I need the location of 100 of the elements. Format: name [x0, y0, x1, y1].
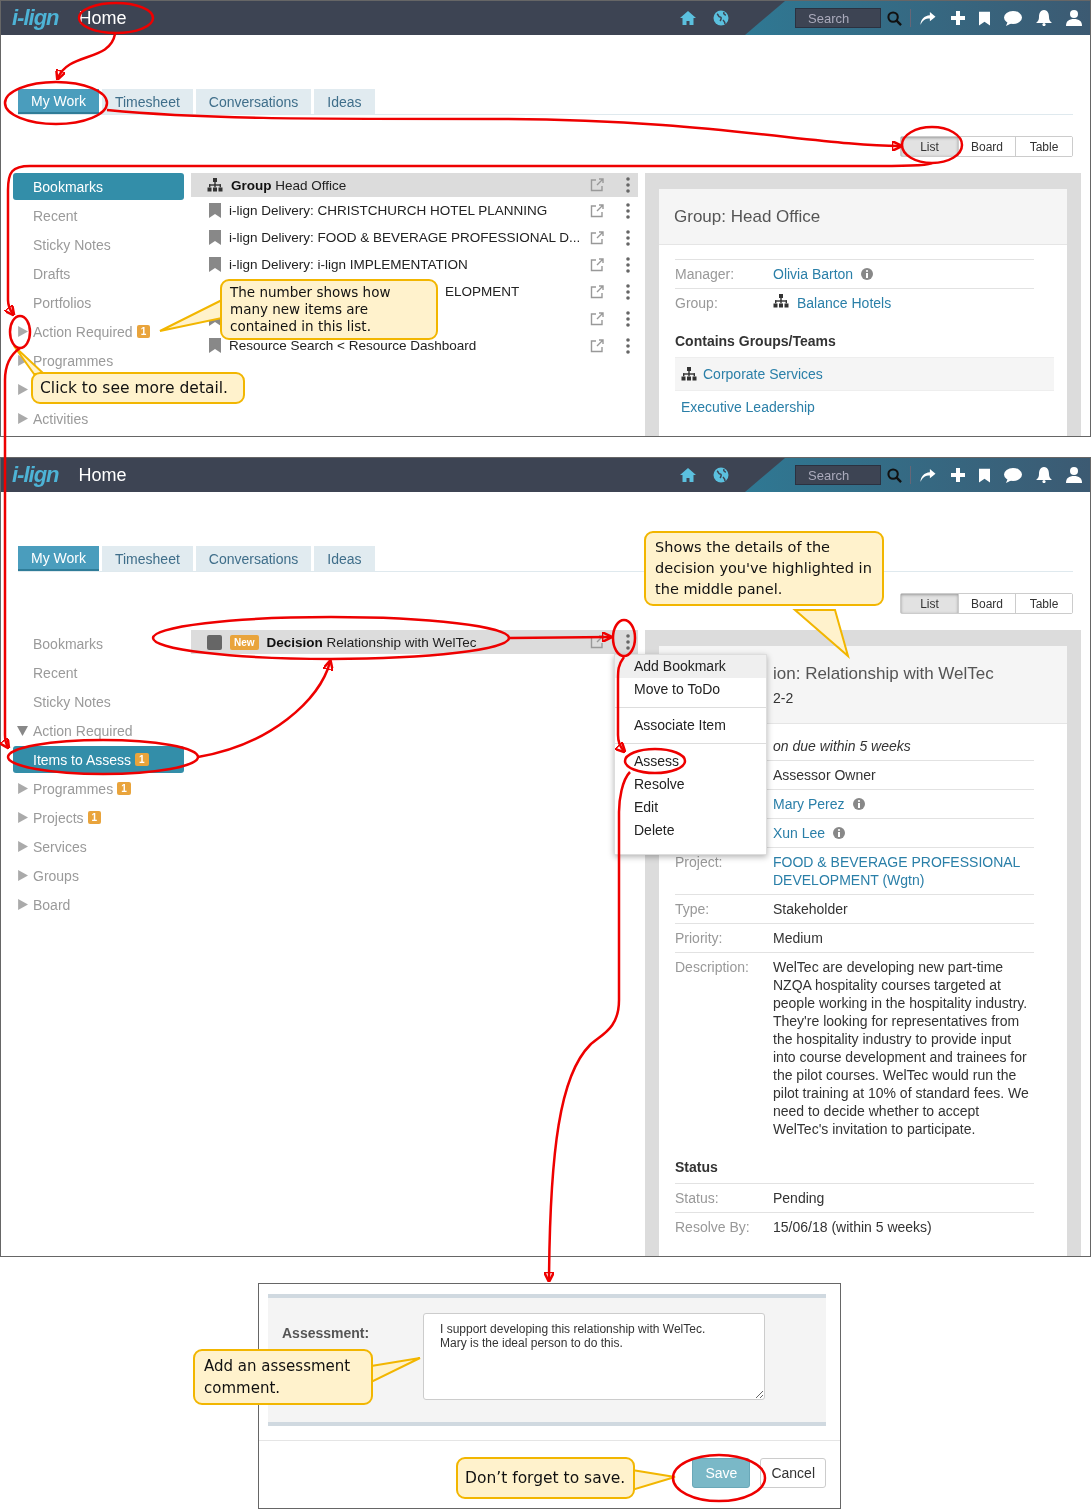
search-icon[interactable]	[887, 467, 902, 483]
view-toggle-button[interactable]: List	[901, 137, 958, 156]
menu-item[interactable]: Add Bookmark	[615, 655, 766, 678]
bookmark-icon[interactable]	[979, 10, 990, 26]
caret-icon[interactable]	[17, 783, 28, 794]
group-link[interactable]: Corporate Services	[703, 366, 823, 382]
search-field[interactable]: Search	[795, 8, 881, 28]
bookmark-link[interactable]: i-lign Delivery: i-lign IMPLEMENTATION	[229, 257, 582, 272]
globe-icon[interactable]	[713, 10, 729, 26]
bell-icon[interactable]	[1036, 10, 1052, 26]
sidebar-item[interactable]: Bookmarks	[13, 173, 184, 200]
info-icon[interactable]	[861, 268, 874, 280]
sidebar-item[interactable]: Board	[13, 891, 184, 918]
group-link[interactable]: Balance Hotels	[797, 294, 892, 312]
list-header-row[interactable]: Group Head Office	[191, 173, 638, 197]
more-options-icon[interactable]	[626, 283, 630, 300]
view-toggle-button[interactable]: Table	[1015, 594, 1072, 613]
external-link-icon[interactable]	[590, 203, 604, 218]
user-icon[interactable]	[1066, 10, 1082, 26]
caret-icon[interactable]	[17, 384, 28, 395]
caret-icon[interactable]	[17, 725, 28, 736]
search-field[interactable]: Search	[795, 465, 881, 485]
bookmark-link[interactable]: ELOPMENT	[445, 284, 520, 299]
external-link-icon[interactable]	[590, 311, 604, 326]
caret-icon[interactable]	[17, 812, 28, 823]
sidebar-item[interactable]: Recent	[13, 659, 184, 686]
external-link-icon[interactable]	[590, 635, 604, 649]
tab[interactable]: Conversations	[195, 546, 312, 571]
more-options-icon[interactable]	[626, 256, 630, 273]
plus-icon[interactable]	[951, 11, 965, 25]
caret-icon[interactable]	[17, 870, 28, 881]
sidebar-item[interactable]: Projects 1	[13, 804, 184, 831]
external-link-icon[interactable]	[590, 284, 604, 299]
bookmark-link[interactable]: Resource Search < Resource Dashboard	[229, 338, 582, 353]
chat-bubble-icon[interactable]	[1004, 10, 1022, 26]
menu-item[interactable]: Move to ToDo	[615, 678, 766, 701]
external-link-icon[interactable]	[590, 257, 604, 272]
logo[interactable]: i-lign	[12, 5, 59, 31]
tab[interactable]: Conversations	[195, 89, 312, 114]
menu-item[interactable]: Resolve	[615, 773, 766, 796]
sidebar-item[interactable]: Sticky Notes	[13, 231, 184, 258]
more-options-icon[interactable]	[626, 634, 630, 650]
more-options-icon[interactable]	[626, 229, 630, 246]
share-arrow-icon[interactable]	[919, 467, 937, 483]
caret-icon[interactable]	[17, 841, 28, 852]
list-header-row[interactable]: New Decision Relationship with WelTec	[191, 630, 638, 654]
info-icon[interactable]	[852, 798, 865, 810]
sidebar-item[interactable]: Action Required	[13, 717, 184, 744]
sidebar-item[interactable]: Services	[13, 833, 184, 860]
bookmark-link[interactable]: i-lign Delivery: CHRISTCHURCH HOTEL PLANNING	[229, 203, 582, 218]
tab[interactable]: My Work	[18, 546, 99, 571]
person-link[interactable]: Mary Perez	[773, 795, 845, 813]
group-link[interactable]: Executive Leadership	[681, 399, 815, 415]
cancel-button[interactable]: Cancel	[760, 1458, 826, 1488]
home-icon[interactable]	[679, 467, 697, 483]
user-icon[interactable]	[1066, 467, 1082, 483]
sidebar-item[interactable]: Action Required 1	[13, 318, 184, 345]
tab[interactable]: Timesheet	[101, 546, 193, 571]
logo[interactable]: i-lign	[12, 462, 59, 488]
sidebar-item[interactable]: Drafts	[13, 260, 184, 287]
caret-icon[interactable]	[17, 413, 28, 424]
tab[interactable]: Timesheet	[101, 89, 193, 114]
sidebar-item[interactable]: Recent	[13, 202, 184, 229]
project-link[interactable]: FOOD & BEVERAGE PROFESSIONAL DEVELOPMENT (Wgtn)	[773, 853, 1034, 889]
view-toggle-button[interactable]: Table	[1015, 137, 1072, 156]
sidebar-item[interactable]: Activities	[13, 405, 184, 432]
bookmark-link[interactable]: i-lign Delivery: FOOD & BEVERAGE PROFESSIONAL D...	[229, 230, 582, 245]
info-icon[interactable]	[833, 827, 846, 839]
tab[interactable]: Ideas	[314, 89, 375, 114]
sidebar-item[interactable]: Programmes 1	[13, 775, 184, 802]
sidebar-item[interactable]: Groups	[13, 862, 184, 889]
view-toggle-button[interactable]: List	[901, 594, 958, 613]
caret-icon[interactable]	[17, 899, 28, 910]
bell-icon[interactable]	[1036, 467, 1052, 483]
tab[interactable]: Ideas	[314, 546, 375, 571]
more-options-icon[interactable]	[626, 337, 630, 354]
plus-icon[interactable]	[951, 468, 965, 482]
more-options-icon[interactable]	[626, 310, 630, 327]
sidebar-item[interactable]: Portfolios	[13, 289, 184, 316]
globe-icon[interactable]	[713, 467, 729, 483]
menu-item[interactable]: Edit	[615, 796, 766, 819]
sidebar-item[interactable]: Sticky Notes	[13, 688, 184, 715]
menu-item[interactable]: Delete	[615, 819, 766, 842]
bookmark-icon[interactable]	[979, 467, 990, 483]
sidebar-item[interactable]: Items to Assess 1	[13, 746, 184, 773]
person-link[interactable]: Xun Lee	[773, 824, 826, 842]
menu-item[interactable]: Assess	[615, 750, 766, 773]
menu-item[interactable]: Associate Item	[615, 714, 766, 737]
assessment-field[interactable]: I support developing this relationship with WelTec. Mary is the ideal person to do this.	[423, 1313, 765, 1400]
more-options-icon[interactable]	[626, 177, 630, 193]
person-link[interactable]: Olivia Barton	[773, 265, 854, 283]
tab[interactable]: My Work	[18, 89, 99, 114]
caret-icon[interactable]	[17, 326, 28, 337]
share-arrow-icon[interactable]	[919, 10, 937, 26]
home-icon[interactable]	[679, 10, 697, 26]
search-icon[interactable]	[887, 10, 902, 26]
sidebar-item[interactable]: Bookmarks	[13, 630, 184, 657]
external-link-icon[interactable]	[590, 338, 604, 353]
chat-bubble-icon[interactable]	[1004, 467, 1022, 483]
more-options-icon[interactable]	[626, 202, 630, 219]
